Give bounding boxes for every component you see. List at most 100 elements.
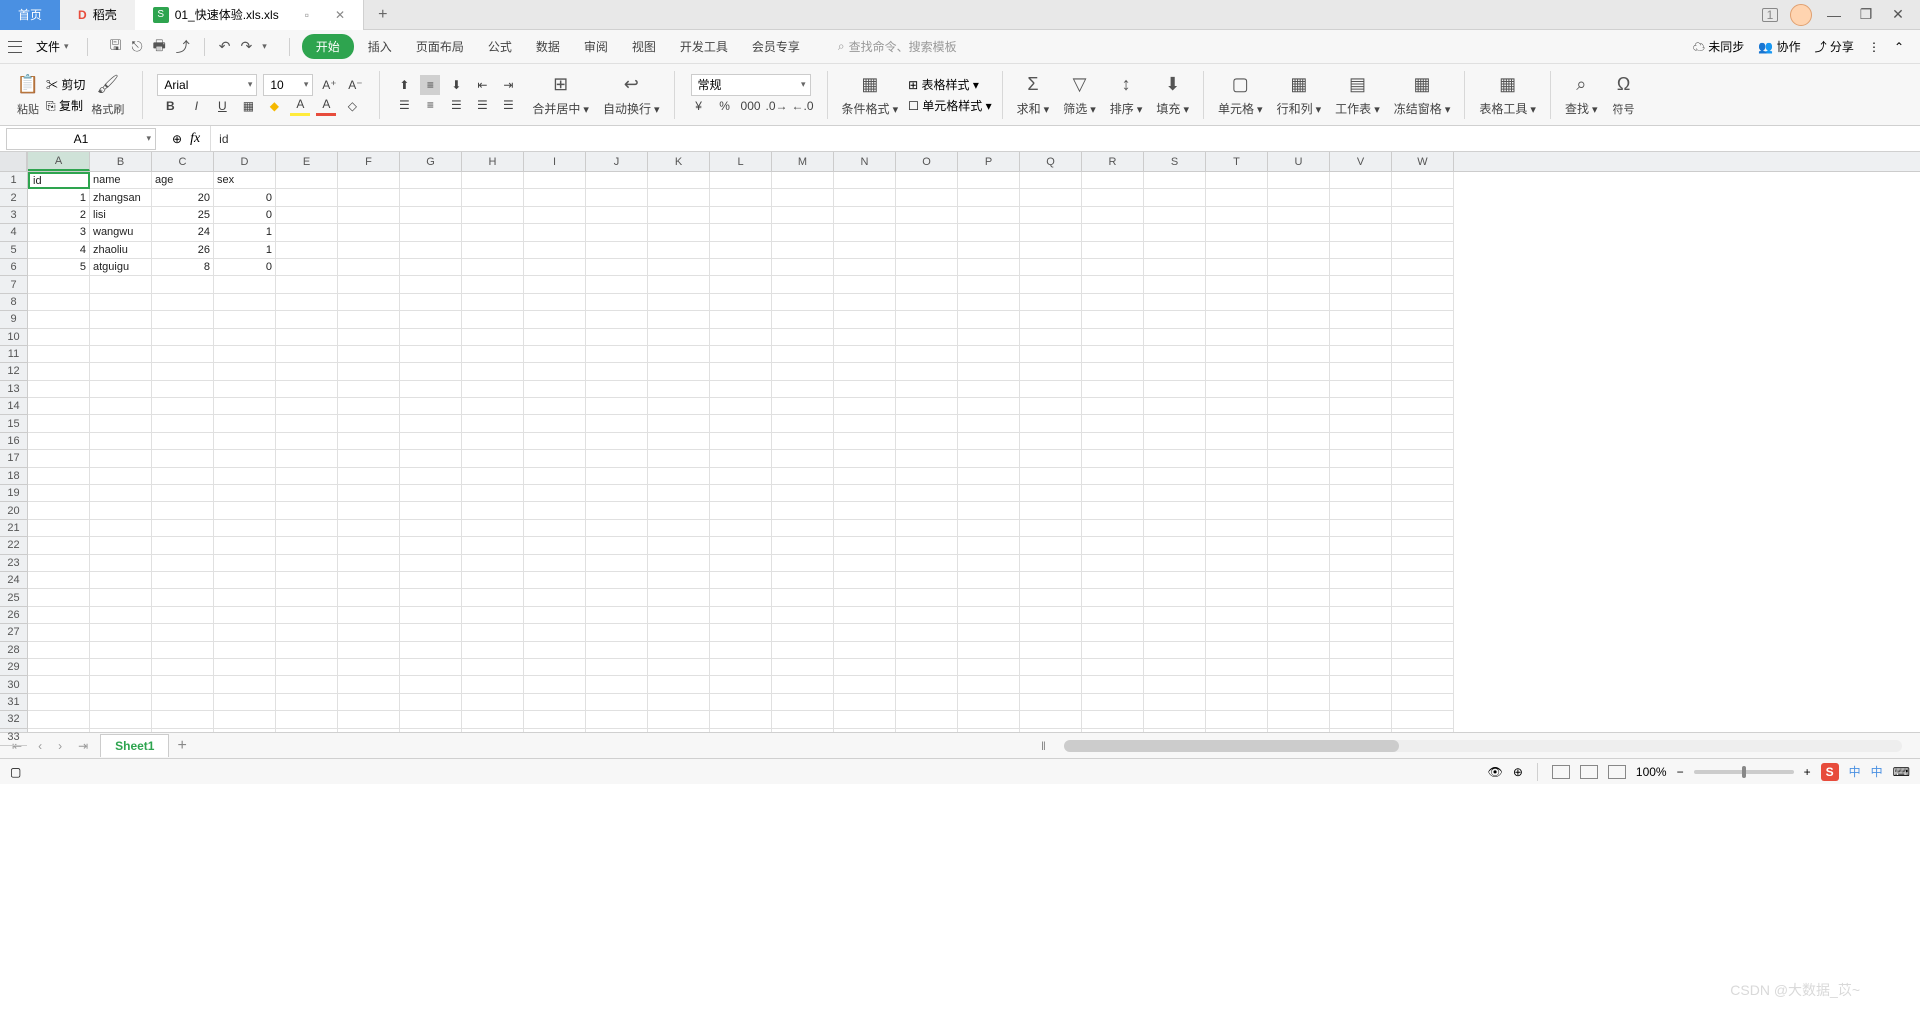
cell[interactable]: [1144, 642, 1206, 659]
cell[interactable]: [28, 589, 90, 606]
cell[interactable]: [338, 172, 400, 189]
cell[interactable]: [400, 676, 462, 693]
cell[interactable]: [214, 729, 276, 733]
cell[interactable]: [1268, 607, 1330, 624]
underline-button[interactable]: U: [212, 96, 232, 116]
redo-icon[interactable]: ↷: [241, 38, 253, 55]
cell[interactable]: [834, 294, 896, 311]
cell[interactable]: [1020, 207, 1082, 224]
column-header[interactable]: E: [276, 152, 338, 171]
sheet-tab-active[interactable]: Sheet1: [100, 734, 169, 757]
cell[interactable]: [1392, 711, 1454, 728]
cell[interactable]: [958, 694, 1020, 711]
cell[interactable]: [1392, 172, 1454, 189]
cell[interactable]: [772, 502, 834, 519]
cell[interactable]: [1082, 450, 1144, 467]
indent-increase-icon[interactable]: ⇥: [498, 75, 518, 95]
cell[interactable]: [896, 172, 958, 189]
cell[interactable]: [276, 276, 338, 293]
align-left-icon[interactable]: ☰: [394, 95, 414, 115]
cell[interactable]: [1268, 242, 1330, 259]
select-all-corner[interactable]: [0, 152, 27, 172]
cell[interactable]: [400, 207, 462, 224]
format-painter-button[interactable]: 🖌 格式刷: [87, 73, 128, 117]
cell[interactable]: [772, 224, 834, 241]
cell[interactable]: [834, 381, 896, 398]
cell[interactable]: [1392, 694, 1454, 711]
cell[interactable]: [1206, 311, 1268, 328]
cell[interactable]: [338, 694, 400, 711]
cell[interactable]: [400, 520, 462, 537]
cell[interactable]: [400, 224, 462, 241]
cell[interactable]: [834, 711, 896, 728]
cell[interactable]: [1330, 572, 1392, 589]
cell[interactable]: [710, 242, 772, 259]
view-page-icon[interactable]: [1580, 765, 1598, 779]
cell[interactable]: [586, 311, 648, 328]
cell[interactable]: [1020, 555, 1082, 572]
cell[interactable]: [1020, 659, 1082, 676]
cell[interactable]: [400, 329, 462, 346]
cell[interactable]: [1392, 329, 1454, 346]
cell[interactable]: [896, 224, 958, 241]
cell[interactable]: [28, 346, 90, 363]
cell[interactable]: [958, 259, 1020, 276]
cell[interactable]: [1268, 642, 1330, 659]
ribbon-tab-vip[interactable]: 会员专享: [742, 34, 810, 59]
cell[interactable]: [648, 189, 710, 206]
undo-icon[interactable]: ↶: [219, 38, 231, 55]
cell[interactable]: [710, 224, 772, 241]
cell[interactable]: [90, 311, 152, 328]
cell[interactable]: [834, 694, 896, 711]
cell[interactable]: [1330, 259, 1392, 276]
cell[interactable]: [28, 485, 90, 502]
cell[interactable]: 4: [28, 242, 90, 259]
cell[interactable]: [338, 450, 400, 467]
cell[interactable]: [586, 450, 648, 467]
cell[interactable]: [214, 311, 276, 328]
cell[interactable]: [834, 433, 896, 450]
font-size-select[interactable]: 10: [263, 74, 313, 96]
row-header[interactable]: 11: [0, 346, 27, 363]
cell[interactable]: [958, 224, 1020, 241]
cell[interactable]: [586, 589, 648, 606]
cell[interactable]: [276, 224, 338, 241]
cell[interactable]: 2: [28, 207, 90, 224]
coop-button[interactable]: 👥 协作: [1758, 38, 1800, 55]
cell[interactable]: [1392, 520, 1454, 537]
cell[interactable]: [710, 363, 772, 380]
cell[interactable]: [772, 694, 834, 711]
cell[interactable]: [1082, 276, 1144, 293]
cell[interactable]: [1082, 172, 1144, 189]
cell[interactable]: [1082, 329, 1144, 346]
cell[interactable]: [896, 502, 958, 519]
cell[interactable]: [772, 607, 834, 624]
cell[interactable]: [28, 433, 90, 450]
cell[interactable]: [90, 589, 152, 606]
cell[interactable]: [276, 642, 338, 659]
cell[interactable]: [400, 537, 462, 554]
cell[interactable]: [524, 276, 586, 293]
cell[interactable]: [214, 607, 276, 624]
row-header[interactable]: 25: [0, 589, 27, 606]
cell[interactable]: [214, 450, 276, 467]
cell[interactable]: [958, 242, 1020, 259]
cell[interactable]: [152, 276, 214, 293]
cell[interactable]: [772, 329, 834, 346]
cell[interactable]: [524, 485, 586, 502]
cell[interactable]: [28, 694, 90, 711]
cell[interactable]: [710, 502, 772, 519]
cell[interactable]: [90, 694, 152, 711]
cell[interactable]: [896, 207, 958, 224]
cell[interactable]: [834, 242, 896, 259]
cell[interactable]: [586, 502, 648, 519]
cell[interactable]: [1330, 189, 1392, 206]
cell[interactable]: [1206, 502, 1268, 519]
cell[interactable]: [1082, 398, 1144, 415]
row-header[interactable]: 30: [0, 676, 27, 693]
cell[interactable]: [648, 363, 710, 380]
cell[interactable]: [28, 468, 90, 485]
cell[interactable]: [1020, 311, 1082, 328]
cell[interactable]: [710, 555, 772, 572]
cell[interactable]: [276, 415, 338, 432]
